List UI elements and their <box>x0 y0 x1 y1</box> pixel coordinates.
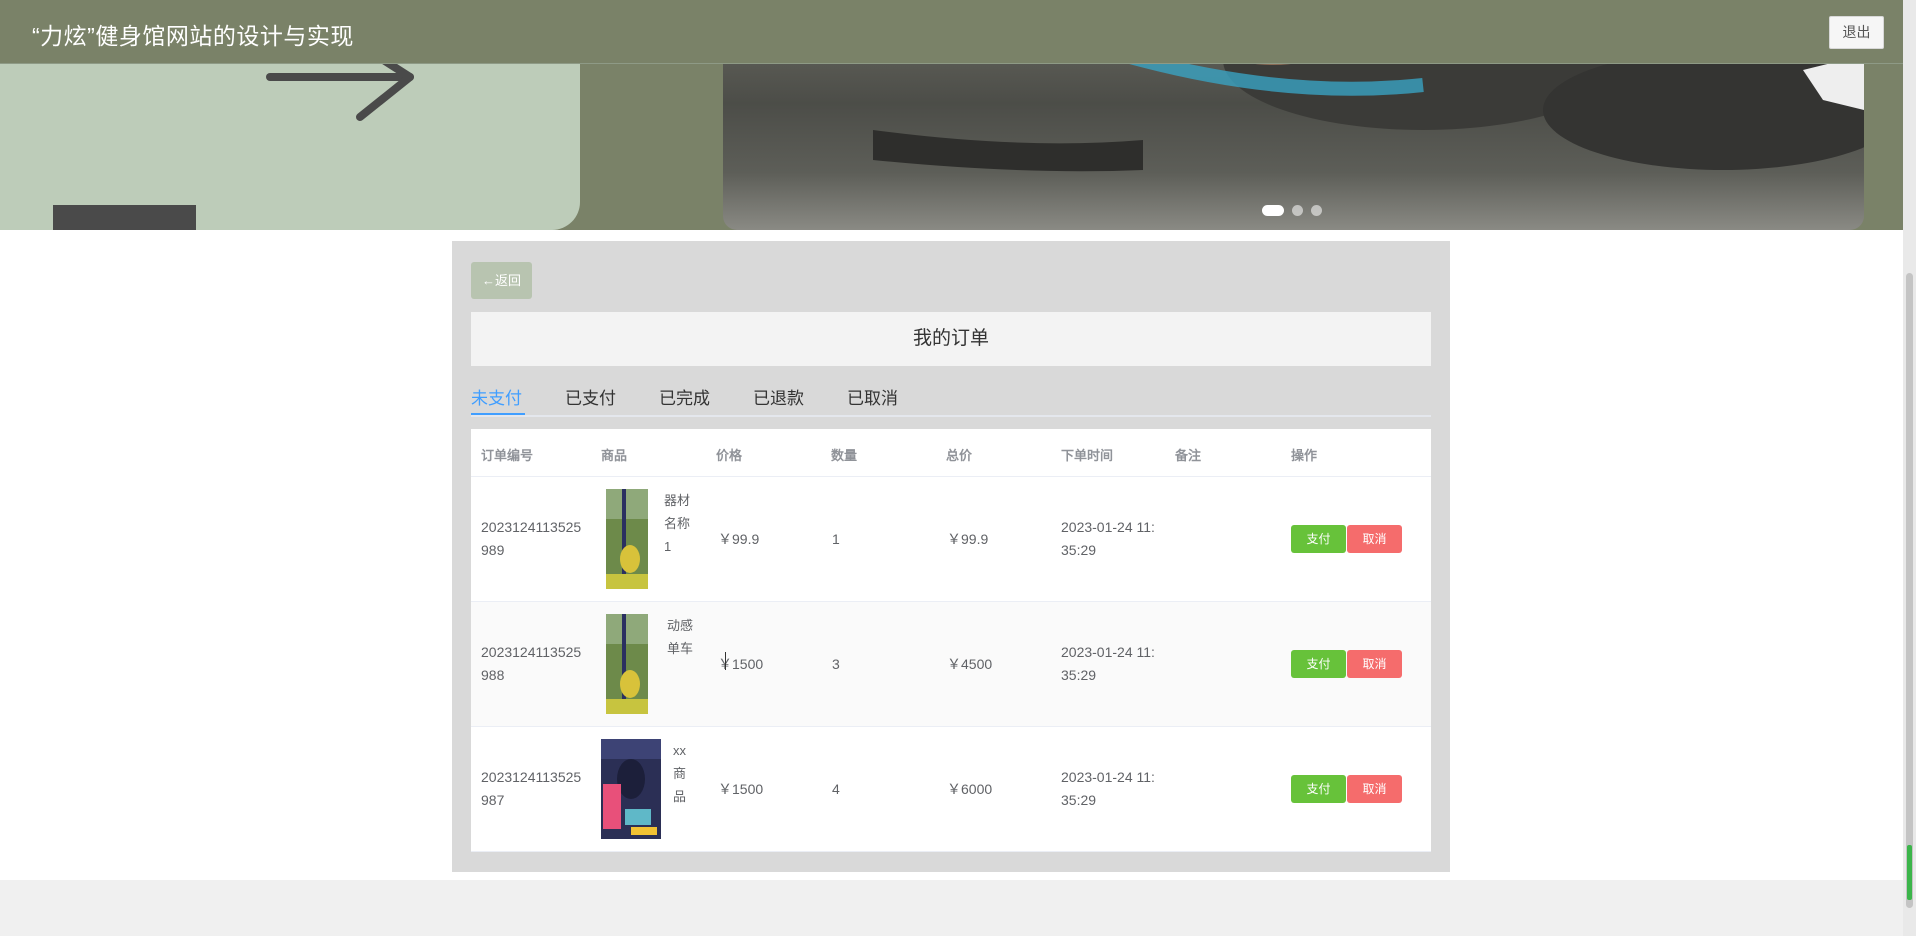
column-header-order-no: 订单编号 <box>481 448 534 463</box>
product-thumbnail <box>606 489 648 589</box>
table-row: 2023124113525988 动感单车 ￥1500 3 ￥4500 2023… <box>471 602 1431 727</box>
order-number: 2023124113525989 <box>481 519 582 558</box>
cancel-button[interactable]: 取消 <box>1347 775 1402 803</box>
scrollbar-thumb[interactable] <box>1906 273 1913 908</box>
column-header-price: 价格 <box>716 448 743 463</box>
product-name: xx商品 <box>673 743 687 804</box>
cancel-button[interactable]: 取消 <box>1347 650 1402 678</box>
page-title: 我的订单 <box>471 312 1431 366</box>
logout-button[interactable]: 退出 <box>1829 16 1884 49</box>
tab-cancelled[interactable]: 已取消 <box>847 384 898 409</box>
active-tab-indicator <box>471 413 525 415</box>
banner-dark-block <box>53 205 196 230</box>
product-thumbnail <box>606 614 648 714</box>
order-time: 2023-01-24 11:35:29 <box>1061 644 1155 683</box>
tab-unpaid[interactable]: 未支付 <box>471 384 522 409</box>
carousel-dot-2[interactable] <box>1292 205 1303 216</box>
column-header-order-time: 下单时间 <box>1061 448 1114 463</box>
carousel-indicators <box>1262 205 1322 216</box>
carousel-dot-3[interactable] <box>1311 205 1322 216</box>
arrow-right-icon <box>266 55 414 121</box>
total-price: ￥4500 <box>947 656 993 672</box>
top-header: “力炫”健身馆网站的设计与实现 退出 <box>0 0 1903 64</box>
table-row: 2023124113525989 器材名称1 ￥99.9 1 ￥99.9 202… <box>471 477 1431 602</box>
order-time: 2023-01-24 11:35:29 <box>1061 519 1155 558</box>
quantity: 3 <box>832 656 840 672</box>
table-row: 2023124113525987 xx商品 ￥1500 4 ￥6000 2023… <box>471 727 1431 852</box>
pay-button[interactable]: 支付 <box>1291 525 1346 553</box>
column-header-note: 备注 <box>1175 448 1202 463</box>
scroll-indicator <box>1907 845 1912 900</box>
order-status-tabs: 未支付 已支付 已完成 已退款 已取消 <box>471 381 1431 417</box>
carousel-dot-1[interactable] <box>1262 205 1284 216</box>
tab-completed[interactable]: 已完成 <box>659 384 710 409</box>
product-name: 动感单车 <box>667 618 694 656</box>
text-cursor-icon <box>725 652 728 670</box>
site-title: “力炫”健身馆网站的设计与实现 <box>32 23 354 49</box>
total-price: ￥99.9 <box>947 531 989 547</box>
product-thumbnail <box>601 739 661 839</box>
order-time: 2023-01-24 11:35:29 <box>1061 769 1155 808</box>
price: ￥99.9 <box>718 531 760 547</box>
cancel-button[interactable]: 取消 <box>1347 525 1402 553</box>
orders-table: 订单编号 商品 价格 数量 总价 下单时间 备注 操作 202312411352… <box>471 429 1431 852</box>
order-number: 2023124113525987 <box>481 769 582 808</box>
column-header-actions: 操作 <box>1291 448 1318 463</box>
pay-button[interactable]: 支付 <box>1291 650 1346 678</box>
quantity: 1 <box>832 531 840 547</box>
product-name: 器材名称1 <box>664 493 691 554</box>
column-header-quantity: 数量 <box>831 448 858 463</box>
column-header-total: 总价 <box>946 448 973 463</box>
table-header: 订单编号 商品 价格 数量 总价 下单时间 备注 操作 <box>471 429 1431 477</box>
total-price: ￥6000 <box>947 781 993 797</box>
column-header-product: 商品 <box>601 448 628 463</box>
quantity: 4 <box>832 781 840 797</box>
tab-refunded[interactable]: 已退款 <box>753 384 804 409</box>
price: ￥1500 <box>718 781 764 797</box>
orders-panel: ←返回 我的订单 未支付 已支付 已完成 已退款 已取消 订单编号 商品 价格 … <box>452 241 1450 872</box>
tab-paid[interactable]: 已支付 <box>565 384 616 409</box>
pay-button[interactable]: 支付 <box>1291 775 1346 803</box>
order-number: 2023124113525988 <box>481 644 582 683</box>
back-button[interactable]: ←返回 <box>471 262 532 299</box>
